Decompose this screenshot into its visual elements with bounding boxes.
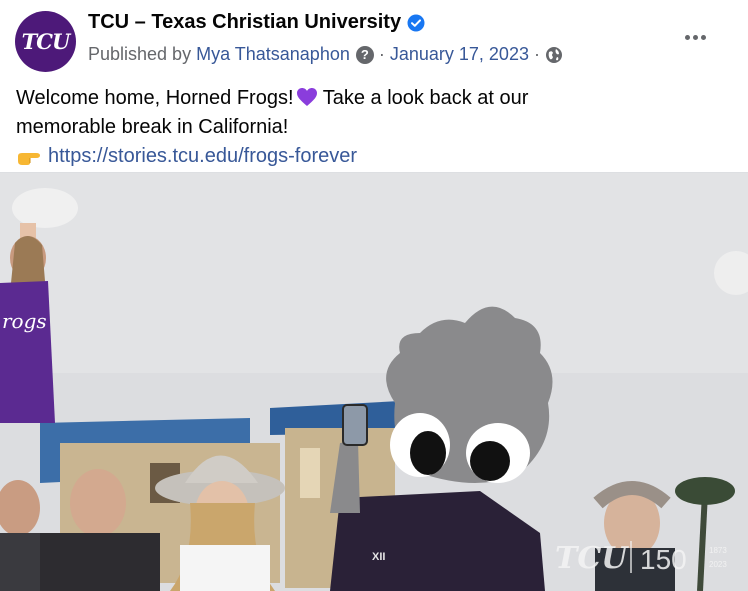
verified-badge-icon xyxy=(407,14,425,31)
separator-dot: · xyxy=(533,44,540,64)
post-link-line: https://stories.tcu.edu/frogs-forever xyxy=(16,142,716,171)
page-name[interactable]: TCU – Texas Christian University xyxy=(88,11,425,34)
post-header: TCU TCU – Texas Christian University Pub… xyxy=(0,0,748,78)
more-options-button[interactable] xyxy=(680,27,710,47)
more-dot-icon xyxy=(692,34,698,40)
globe-icon[interactable] xyxy=(545,46,563,64)
watermark-150: 150 xyxy=(640,544,687,575)
post-video[interactable]: rogs XII TCU 150 1873 2023 xyxy=(0,172,748,591)
more-dot-icon xyxy=(684,34,690,40)
watermark-year-start: 1873 xyxy=(709,546,727,555)
cheer-uniform-text: rogs xyxy=(2,309,47,333)
mascot-jersey-text: XII xyxy=(372,551,385,563)
post-text-segment: Take a look back at our xyxy=(317,87,529,109)
post-url-link[interactable]: https://stories.tcu.edu/frogs-forever xyxy=(48,142,357,171)
pointing-right-icon xyxy=(18,152,40,165)
watermark-year-end: 2023 xyxy=(709,560,727,569)
published-by-label: Published by xyxy=(88,44,192,64)
purple-heart-icon xyxy=(296,88,317,106)
post-meta: Published by Mya Thatsanaphon ? · Januar… xyxy=(88,44,563,65)
separator-dot: · xyxy=(378,44,385,64)
watermark-tcu-logo: TCU xyxy=(555,541,629,576)
more-dot-icon xyxy=(700,34,706,40)
video-frame: rogs XII TCU 150 1873 2023 xyxy=(0,173,748,591)
post-text-line-2: memorable break in California! xyxy=(16,116,289,138)
author-link[interactable]: Mya Thatsanaphon xyxy=(196,44,350,65)
avatar-logo-text: TCU xyxy=(21,29,71,54)
post-date-link[interactable]: January 17, 2023 xyxy=(390,44,529,65)
post-body: Welcome home, Horned Frogs! Take a look … xyxy=(16,84,716,171)
post-text-line-1: Welcome home, Horned Frogs! Take a look … xyxy=(16,84,716,113)
post-text-segment: Welcome home, Horned Frogs! xyxy=(16,87,294,109)
help-icon[interactable]: ? xyxy=(355,45,374,64)
page-avatar[interactable]: TCU xyxy=(15,11,76,72)
page-name-label[interactable]: TCU – Texas Christian University xyxy=(88,11,401,34)
